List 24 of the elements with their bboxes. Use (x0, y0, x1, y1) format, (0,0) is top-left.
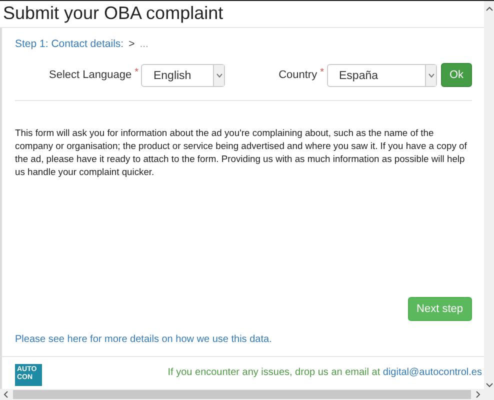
scroll-right-icon[interactable] (475, 391, 481, 398)
intro-paragraph: This form will ask you for information about the ad you're complaining about, such as the name of the company or organisation; the product or service being advertised and where you saw it. If you have a copy of the ad, please have it ready to attach to the form. Providing us with as much information as possible will help us handle your complaint quicker. (15, 126, 468, 178)
next-step-button[interactable]: Next step (408, 297, 472, 321)
required-mark: * (320, 67, 324, 78)
horizontal-scrollbar[interactable] (0, 389, 484, 400)
caret-icon (428, 72, 434, 78)
required-mark: * (134, 67, 138, 78)
scroll-down-icon[interactable] (486, 382, 492, 388)
privacy-link[interactable]: Please see here for more details on how we use this data. (15, 334, 472, 345)
ok-button[interactable]: Ok (441, 63, 472, 87)
scroll-left-icon[interactable] (3, 391, 9, 398)
breadcrumb-separator: > (128, 38, 135, 50)
window-title: Submit your OBA complaint (0, 1, 484, 28)
scroll-up-icon[interactable] (486, 6, 492, 12)
caret-icon (216, 72, 223, 78)
email-link[interactable]: digital@autocontrol.es (382, 367, 482, 378)
breadcrumb-step[interactable]: Step 1: Contact details: (15, 38, 124, 50)
language-label: Select Language (49, 69, 132, 81)
country-label: Country (278, 69, 318, 81)
footer-message: If you encounter any issues, drop us an email at digital@autocontrol.es (168, 367, 482, 378)
vertical-scrollbar[interactable] (484, 1, 494, 400)
breadcrumb-ellipsis: ... (140, 38, 148, 50)
language-select[interactable]: English (141, 64, 226, 86)
country-select[interactable]: España (327, 64, 437, 86)
